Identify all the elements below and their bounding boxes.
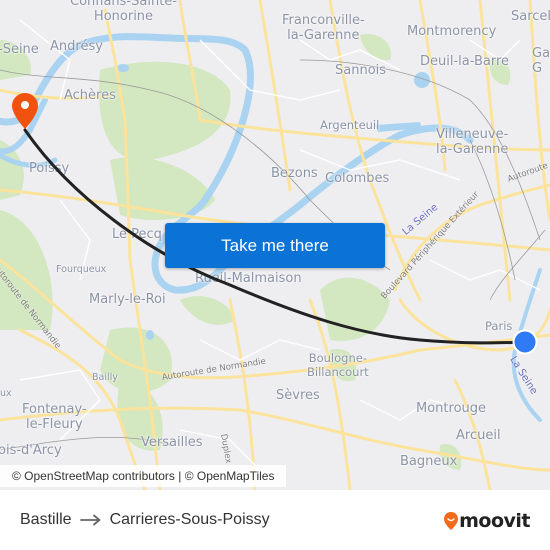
footer: Bastille Carrieres-Sous-Poissy moovit <box>0 490 550 550</box>
map[interactable]: Conflans-Sainte- Honorine Andrésy -Seine… <box>0 0 550 490</box>
moovit-logo[interactable]: moovit <box>443 510 530 532</box>
route-origin: Bastille <box>20 511 72 528</box>
right-arrow-icon <box>79 514 102 526</box>
take-me-there-button[interactable]: Take me there <box>165 223 385 268</box>
origin-marker-icon[interactable] <box>512 329 538 355</box>
destination-marker-icon[interactable] <box>11 92 39 130</box>
moovit-pin-icon <box>444 512 459 530</box>
moovit-wordmark: moovit <box>459 510 530 532</box>
route-destination: Carrieres-Sous-Poissy <box>109 511 270 528</box>
map-attribution[interactable]: © OpenStreetMap contributors | © OpenMap… <box>0 465 287 487</box>
